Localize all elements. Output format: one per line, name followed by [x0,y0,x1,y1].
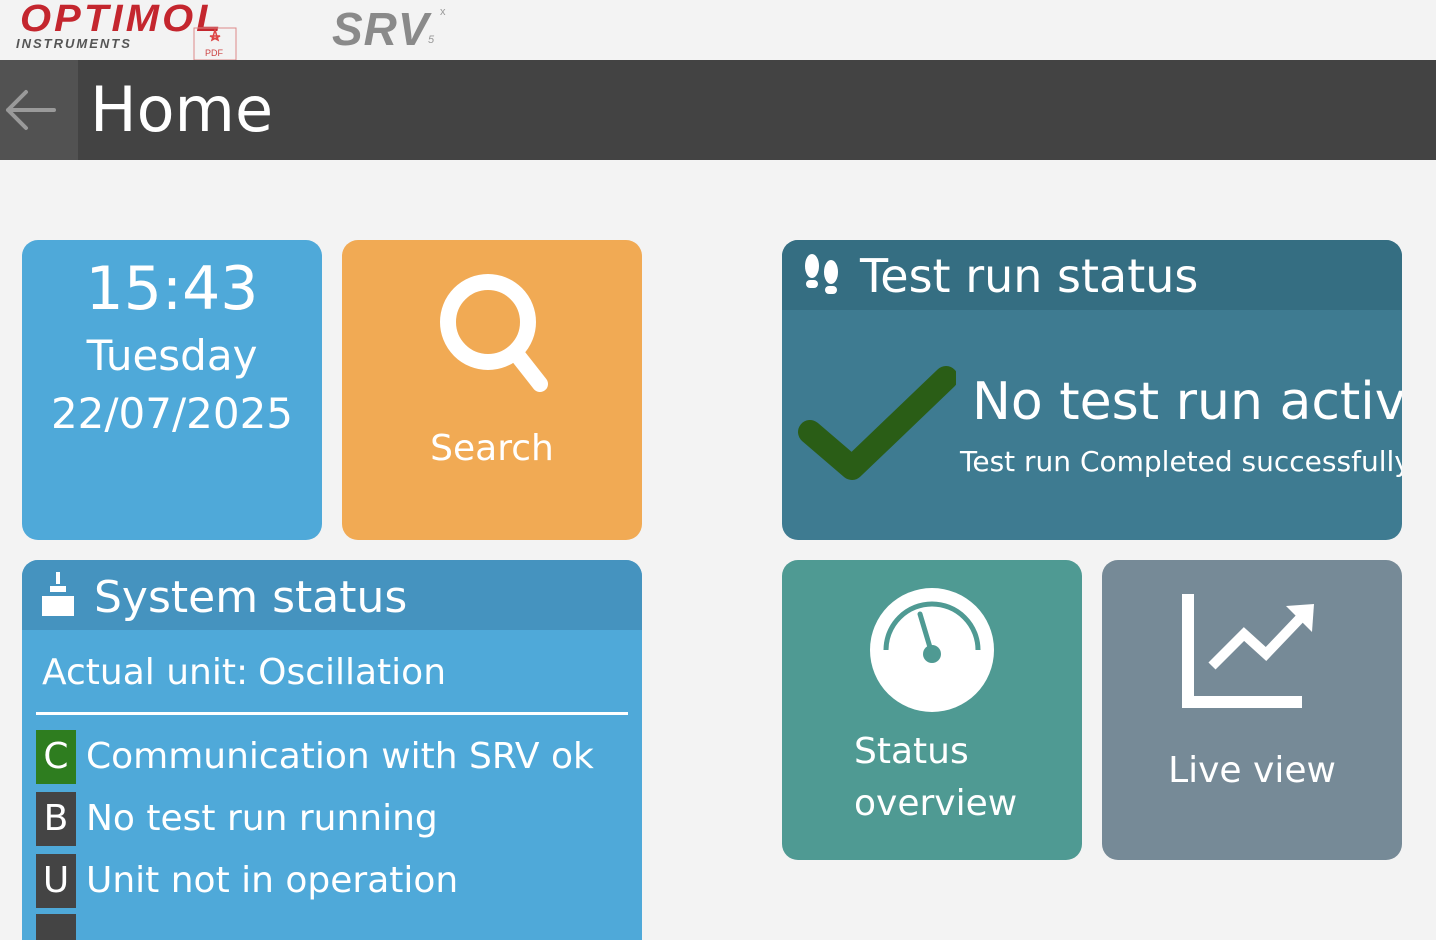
status-badge: C [36,730,76,784]
header-bar: Home [0,60,1436,160]
arrow-left-icon [6,90,56,130]
status-text: No test run running [86,798,438,839]
search-tile[interactable]: Search [342,240,642,540]
status-overview-label: Status overview [854,731,1018,824]
srv-logo-sup: x [440,6,446,18]
system-status-header: System status [22,560,642,630]
status-overview-tile[interactable]: Status overview [782,560,1082,860]
clock-tile: 15:43 Tuesday 22/07/2025 [22,240,322,540]
svg-text:PDF: PDF [205,48,224,58]
actual-unit-value: Oscillation [258,652,447,693]
test-run-status-text: No test run active [972,372,1402,432]
pdf-icon: PDF [193,27,237,60]
test-run-status-title: Test run status [860,249,1199,303]
search-label: Search [430,428,554,469]
test-run-status-header: Test run status [782,240,1402,310]
actual-unit-row: Actual unit: Oscillation [42,646,446,700]
gauge-icon [870,588,994,712]
clock-date: 22/07/2025 [50,389,294,438]
live-view-tile[interactable]: Live view [1102,560,1402,860]
status-badge: U [36,854,76,908]
status-text: Communication with SRV ok [86,736,594,777]
status-row-test-run: B No test run running [36,792,438,846]
srv-logo: SRV [332,3,430,55]
status-badge: B [36,792,76,846]
test-run-status-tile[interactable]: Test run status No test run active Test … [782,240,1402,540]
page-title: Home [90,73,274,146]
machine-icon [42,572,74,616]
magnifier-icon [440,274,548,392]
checkmark-icon [798,366,956,480]
top-logo-bar: OPTIMOL INSTRUMENTS PDF SRV x 5 [0,0,1436,60]
back-button[interactable] [0,60,78,160]
srv-logo-sub: 5 [428,34,435,46]
status-row-communication: C Communication with SRV ok [36,730,594,784]
clock-time: 15:43 [85,254,259,324]
live-view-label: Live view [1168,750,1336,791]
system-status-tile[interactable]: System status Actual unit: Oscillation C … [22,560,642,940]
clock-day: Tuesday [86,331,258,380]
trend-chart-icon [1182,594,1314,708]
status-row-unit: U Unit not in operation [36,854,458,908]
test-run-detail-text: Test run Completed successfully [960,445,1402,478]
system-status-title: System status [94,572,408,623]
unit-divider [36,712,628,715]
actual-unit-label: Actual unit: [42,652,249,693]
status-text: Unit not in operation [86,860,459,901]
optimol-logo: OPTIMOL INSTRUMENTS [16,0,224,51]
footsteps-icon [805,254,838,294]
